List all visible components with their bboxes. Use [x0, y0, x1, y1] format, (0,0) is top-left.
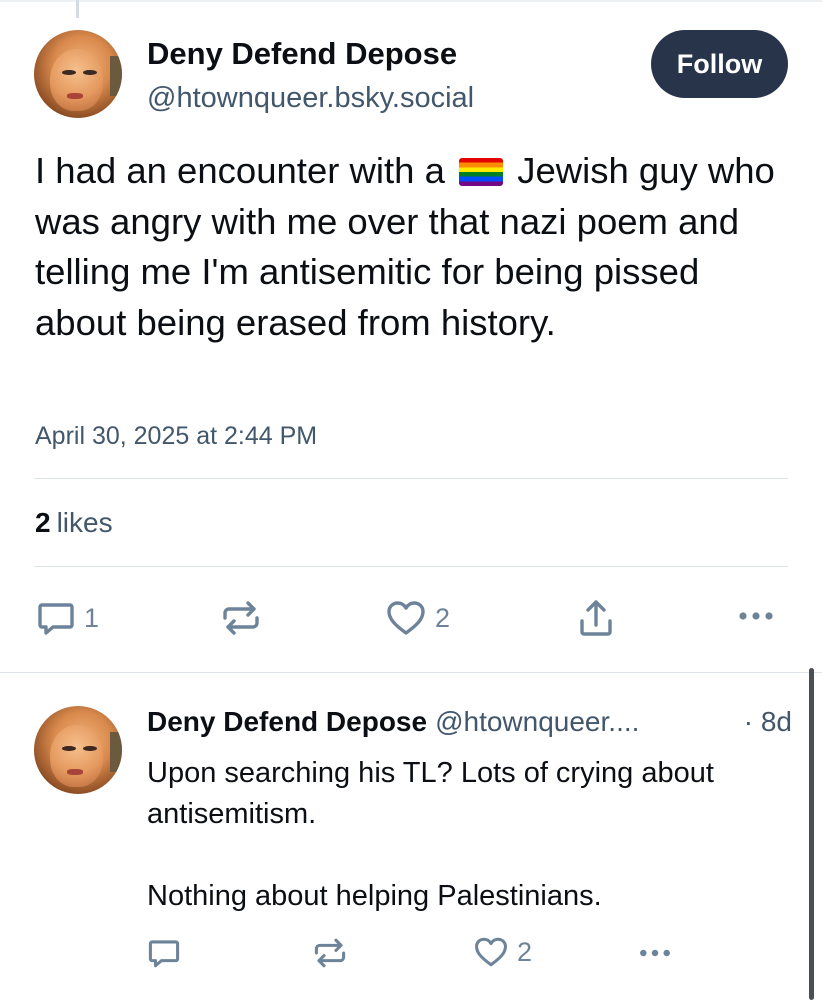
reply-reply-button[interactable]	[147, 936, 189, 970]
reply-like-count: 2	[517, 936, 533, 967]
reply-author-name[interactable]: Deny Defend Depose	[147, 706, 427, 738]
reply-icon	[36, 598, 76, 638]
author-handle[interactable]: @htownqueer.bsky.social	[147, 82, 474, 115]
repost-icon	[312, 936, 348, 970]
reply-avatar[interactable]	[34, 706, 122, 794]
rainbow-flag-icon	[459, 158, 504, 186]
post-text: I had an encounter with a Jewish guy who…	[35, 146, 795, 348]
likes-summary[interactable]: 2 likes	[35, 507, 113, 539]
section-divider	[0, 672, 822, 673]
share-icon	[576, 597, 616, 639]
reply-paragraph-2: Nothing about helping Palestinians.	[147, 880, 602, 912]
thread-line	[76, 0, 79, 18]
likes-label: likes	[56, 507, 113, 538]
share-button[interactable]	[576, 597, 616, 639]
reply-repost-button[interactable]	[312, 936, 356, 970]
repost-button[interactable]	[220, 598, 270, 638]
reply-header: Deny Defend Depose @htownqueer.... · 8d	[147, 706, 792, 738]
like-button[interactable]: 2	[385, 598, 450, 638]
more-icon	[736, 610, 776, 622]
likes-count: 2	[35, 507, 51, 538]
reply-count: 1	[84, 602, 100, 633]
follow-button[interactable]: Follow	[651, 30, 788, 98]
divider	[34, 566, 788, 567]
author-name[interactable]: Deny Defend Depose	[147, 36, 457, 72]
top-border	[0, 0, 822, 2]
reply-more-options-button[interactable]	[637, 947, 673, 959]
post-timestamp[interactable]: April 30, 2025 at 2:44 PM	[35, 422, 317, 451]
divider	[34, 478, 788, 479]
reply-button[interactable]: 1	[36, 598, 99, 638]
scrollbar[interactable]	[809, 668, 814, 1000]
reply-like-button[interactable]: 2	[473, 935, 532, 969]
avatar[interactable]	[34, 30, 122, 118]
reply-author-handle[interactable]: @htownqueer....	[435, 706, 639, 738]
heart-icon	[473, 935, 509, 969]
more-icon	[637, 947, 673, 959]
post-text-part1: I had an encounter with a	[35, 150, 456, 191]
like-count: 2	[435, 602, 451, 633]
reply-paragraph-1: Upon searching his TL? Lots of crying ab…	[147, 757, 714, 830]
reply-time[interactable]: · 8d	[744, 706, 792, 738]
repost-icon	[220, 598, 262, 638]
heart-icon	[385, 598, 427, 638]
reply-icon	[147, 936, 181, 970]
more-options-button[interactable]	[736, 610, 776, 622]
reply-text: Upon searching his TL? Lots of crying ab…	[147, 753, 787, 917]
